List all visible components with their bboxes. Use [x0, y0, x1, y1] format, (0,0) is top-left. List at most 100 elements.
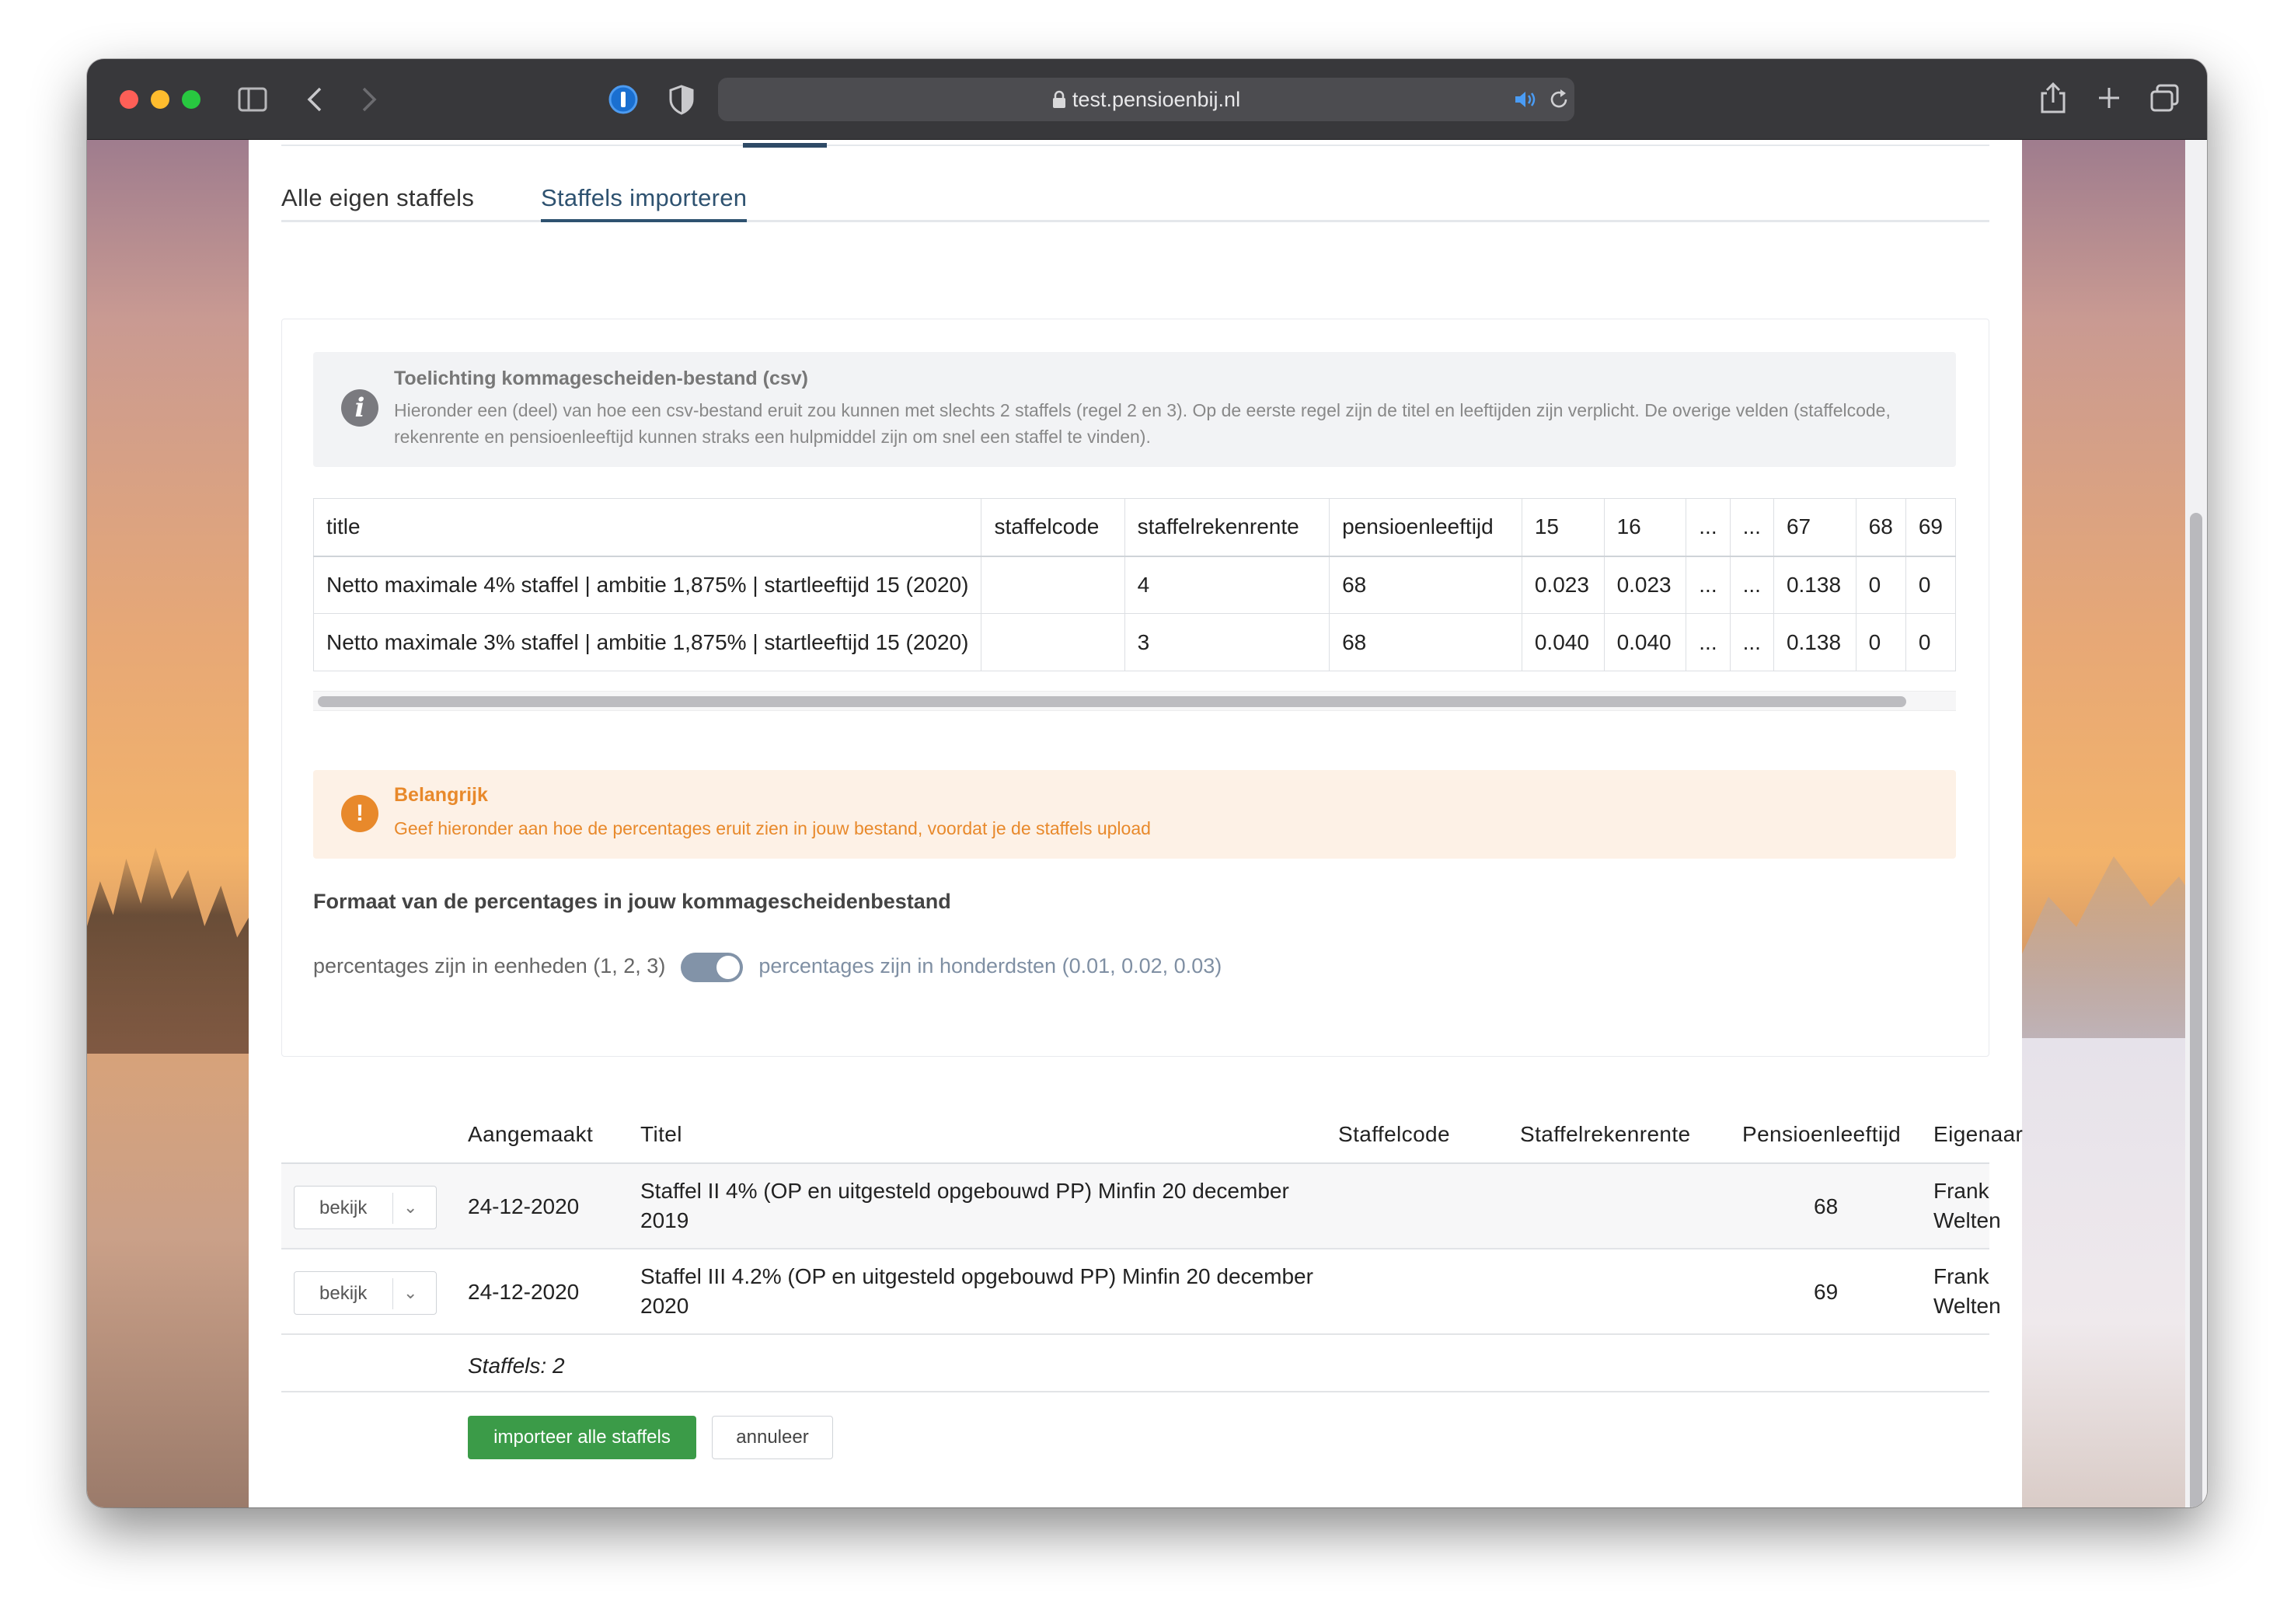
top-nav-underline — [281, 145, 1989, 146]
csv-cell: 4 — [1124, 556, 1330, 614]
csv-header-age-16: 16 — [1603, 498, 1687, 557]
cell-age: 68 — [1814, 1194, 1839, 1218]
tab-staffels-importeren[interactable]: Staffels importeren — [541, 185, 748, 222]
bekijk-dropdown-button[interactable]: bekijk ⌄ — [294, 1186, 437, 1229]
warning-alert: ! Belangrijk Geef hieronder aan hoe de p… — [313, 770, 1956, 859]
cell-title-line1: Staffel II 4% (OP en uitgesteld opgebouw… — [640, 1179, 1289, 1203]
csv-cell: Netto maximale 3% staffel | ambitie 1,87… — [312, 613, 982, 671]
csv-header-title: title — [312, 498, 982, 557]
csv-cell: 0.138 — [1773, 556, 1856, 614]
format-option-units: percentages zijn in eenheden (1, 2, 3) — [313, 954, 666, 978]
staffels-count: Staffels: 2 — [468, 1354, 565, 1378]
import-card: i Toelichting kommagescheiden-bestand (c… — [281, 319, 1989, 1057]
csv-cell: ... — [1729, 613, 1774, 671]
bekijk-label: bekijk — [319, 1283, 368, 1304]
new-tab-icon[interactable] — [2097, 85, 2121, 110]
csv-cell: 0 — [1905, 556, 1957, 614]
csv-header-age-69: 69 — [1905, 498, 1957, 557]
info-icon: i — [341, 389, 378, 427]
csv-row: Netto maximale 4% staffel | ambitie 1,87… — [312, 556, 1957, 614]
csv-header-staffelcode: staffelcode — [981, 498, 1125, 557]
forward-icon[interactable] — [361, 87, 378, 112]
csv-cell: Netto maximale 4% staffel | ambitie 1,87… — [312, 556, 982, 614]
zoom-window-button[interactable] — [182, 90, 200, 109]
csv-cell: 0.023 — [1521, 556, 1605, 614]
cell-owner-line2: Welten — [1933, 1208, 2001, 1232]
table-row: bekijk ⌄ 24-12-2020 Staffel II 4% (OP en… — [281, 1164, 2001, 1249]
password-manager-icon[interactable] — [608, 84, 639, 115]
reload-icon[interactable] — [1550, 89, 1570, 110]
col-header-eigenaar: Eigenaar — [1933, 1122, 2024, 1146]
background-trees-left — [87, 847, 250, 1061]
page-scrollbar[interactable] — [2185, 140, 2207, 1507]
page-scrollbar-thumb[interactable] — [2190, 513, 2202, 1507]
col-header-titel: Titel — [640, 1122, 682, 1146]
lock-icon — [1052, 90, 1065, 108]
exclamation-icon: ! — [341, 795, 378, 832]
csv-header-pensioenleeftijd: pensioenleeftijd — [1329, 498, 1522, 557]
shield-icon[interactable] — [668, 84, 695, 115]
col-header-staffelcode: Staffelcode — [1338, 1122, 1450, 1146]
minimize-window-button[interactable] — [151, 90, 169, 109]
close-window-button[interactable] — [120, 90, 138, 109]
info-alert: i Toelichting kommagescheiden-bestand (c… — [313, 352, 1956, 467]
chevron-down-icon[interactable]: ⌄ — [403, 1187, 417, 1228]
audio-playing-icon[interactable] — [1514, 90, 1537, 109]
chevron-down-icon[interactable]: ⌄ — [403, 1272, 417, 1314]
csv-cell: 0.138 — [1773, 613, 1856, 671]
import-all-button[interactable]: importeer alle staffels — [468, 1416, 696, 1459]
csv-cell: 0 — [1855, 613, 1906, 671]
col-header-pensioenleeftijd: Pensioenleeftijd — [1742, 1122, 1902, 1146]
warning-alert-text: Geef hieronder aan hoe de percentages er… — [394, 818, 1151, 838]
csv-cell — [981, 556, 1125, 614]
cell-created: 24-12-2020 — [468, 1280, 580, 1304]
csv-example-table-wrapper: title staffelcode staffelrekenrente pens… — [312, 498, 1957, 671]
sidebar-toggle-icon[interactable] — [238, 87, 267, 112]
tab-overview-icon[interactable] — [2149, 84, 2181, 113]
footer-divider — [281, 1391, 1989, 1392]
csv-header-age-68: 68 — [1855, 498, 1906, 557]
browser-window: test.pensioenbij.nl Alle eigen staffels … — [87, 59, 2207, 1507]
cell-owner-line1: Frank — [1933, 1179, 1989, 1203]
address-bar[interactable]: test.pensioenbij.nl — [718, 78, 1574, 121]
csv-cell: 0.040 — [1603, 613, 1687, 671]
csv-header-ellipsis: ... — [1686, 498, 1731, 557]
back-icon[interactable] — [306, 87, 323, 112]
background-trees-right — [2020, 856, 2207, 1038]
cell-title-line2: 2020 — [640, 1294, 689, 1318]
csv-cell: ... — [1686, 613, 1731, 671]
csv-cell: 0 — [1905, 613, 1957, 671]
csv-cell: 0.040 — [1521, 613, 1605, 671]
csv-cell: 0 — [1855, 556, 1906, 614]
background-snow-left — [87, 1054, 250, 1507]
csv-cell: 68 — [1329, 613, 1522, 671]
bekijk-dropdown-button[interactable]: bekijk ⌄ — [294, 1271, 437, 1315]
csv-cell: ... — [1686, 556, 1731, 614]
cell-owner-line2: Welten — [1933, 1294, 2001, 1318]
top-nav-active-indicator — [743, 143, 827, 148]
csv-table-scrollbar[interactable] — [313, 691, 1956, 711]
cancel-button[interactable]: annuleer — [712, 1416, 833, 1459]
csv-row: Netto maximale 3% staffel | ambitie 1,87… — [312, 613, 1957, 671]
url-text: test.pensioenbij.nl — [1072, 88, 1241, 111]
bekijk-label: bekijk — [319, 1197, 368, 1218]
share-icon[interactable] — [2039, 81, 2067, 115]
browser-titlebar: test.pensioenbij.nl — [87, 59, 2207, 140]
info-alert-title: Toelichting kommagescheiden-bestand (csv… — [394, 368, 808, 389]
csv-table-scrollbar-thumb[interactable] — [318, 696, 1906, 707]
col-header-aangemaakt: Aangemaakt — [468, 1122, 594, 1146]
cell-created: 24-12-2020 — [468, 1194, 580, 1218]
csv-cell: 68 — [1329, 556, 1522, 614]
tab-bar: Alle eigen staffels Staffels importeren — [281, 185, 1989, 222]
format-toggle-row: percentages zijn in eenheden (1, 2, 3) pe… — [313, 949, 1222, 983]
tab-alle-eigen-staffels[interactable]: Alle eigen staffels — [281, 185, 474, 222]
csv-example-table: title staffelcode staffelrekenrente pens… — [312, 498, 1957, 671]
dropdown-separator — [392, 1278, 393, 1309]
info-alert-text: Hieronder een (deel) van hoe een csv-bes… — [394, 400, 1891, 447]
csv-header-ellipsis: ... — [1729, 498, 1774, 557]
format-title: Formaat van de percentages in jouw komma… — [313, 890, 951, 913]
csv-cell — [981, 613, 1125, 671]
format-toggle[interactable] — [681, 952, 744, 982]
cell-age: 69 — [1814, 1280, 1839, 1304]
background-snow-right — [2020, 1038, 2207, 1507]
